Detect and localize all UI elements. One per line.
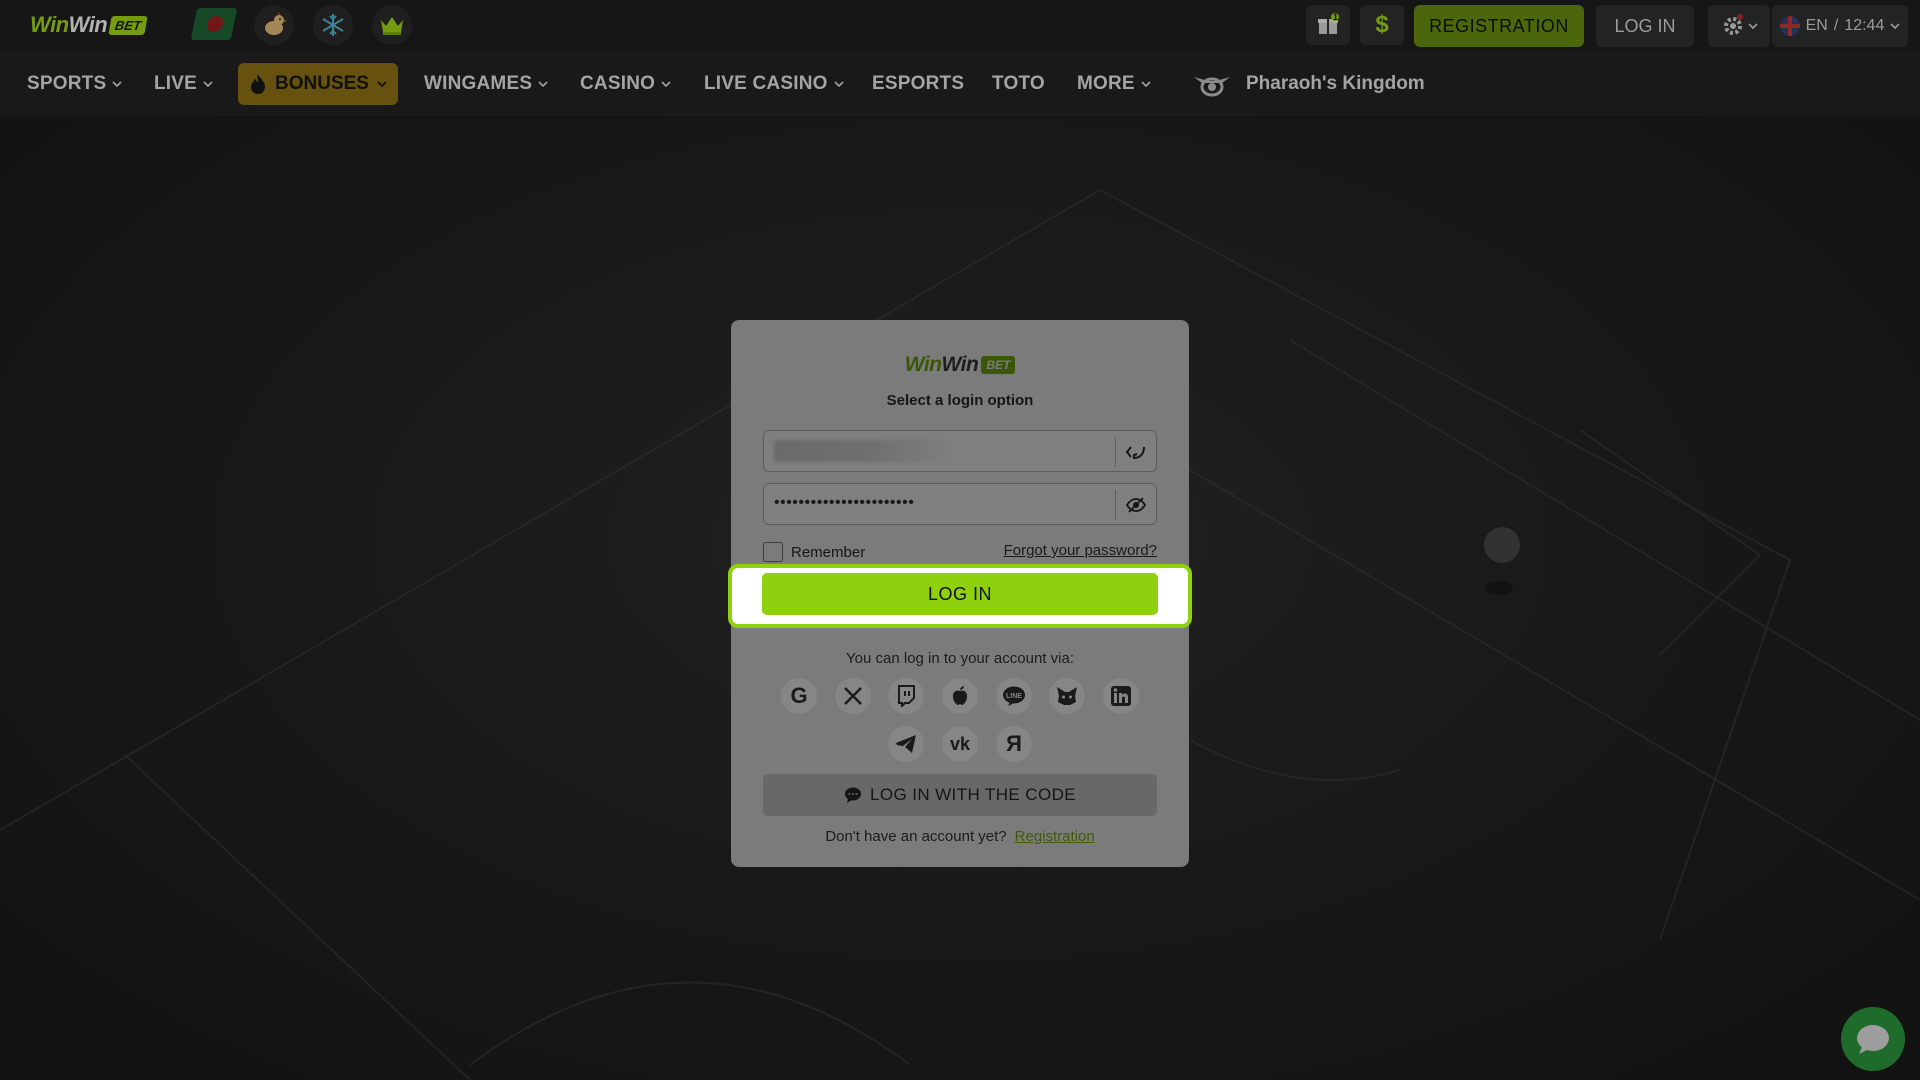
social-login-caption: You can log in to your account via: — [846, 650, 1074, 667]
login-submit-button[interactable]: LOG IN — [762, 573, 1158, 615]
yandex-icon: Я — [1006, 731, 1022, 756]
google-icon: G — [790, 683, 808, 708]
chat-icon — [1857, 1025, 1889, 1054]
telegram-icon — [896, 735, 916, 753]
password-field[interactable]: ••••••••••••••••••••••• — [763, 483, 1157, 525]
svg-text:LINE: LINE — [1006, 693, 1022, 700]
linkedin-login-button[interactable] — [1103, 678, 1139, 714]
logo-word-1: Win — [904, 353, 942, 376]
code-button-label: LOG IN WITH THE CODE — [869, 785, 1077, 804]
password-mask: ••••••••••••••••••••••• — [774, 494, 915, 511]
modal-logo: Win Win BET — [731, 353, 1189, 377]
twitch-icon — [898, 685, 915, 707]
login-with-code-button[interactable]: LOG IN WITH THE CODE — [763, 774, 1157, 816]
apple-icon — [953, 686, 967, 705]
linkedin-icon — [1111, 686, 1131, 706]
metamask-login-button[interactable] — [1049, 678, 1085, 714]
google-login-button[interactable]: G — [781, 678, 817, 714]
remember-checkbox[interactable] — [763, 542, 783, 562]
vk-icon: vk — [949, 733, 971, 754]
support-chat-button[interactable] — [1841, 1007, 1905, 1071]
line-icon: LINE — [1003, 686, 1025, 706]
blurred-username-value — [774, 440, 944, 462]
twitch-login-button[interactable] — [888, 678, 924, 714]
eye-slash-icon[interactable] — [1124, 493, 1148, 517]
field-divider — [1115, 490, 1116, 520]
chat-bubble-icon — [844, 787, 861, 803]
yandex-login-button[interactable]: Я — [996, 726, 1032, 762]
modal-subtitle: Select a login option — [886, 392, 1034, 409]
vk-login-button[interactable]: vk — [942, 726, 978, 762]
apple-login-button[interactable] — [942, 678, 978, 714]
remember-me[interactable]: Remember — [763, 542, 865, 562]
username-field[interactable] — [763, 430, 1157, 472]
logo-bet-badge: BET — [981, 356, 1016, 374]
no-account-prompt: Don't have an account yet? Registration — [731, 828, 1189, 845]
line-login-button[interactable]: LINE — [996, 678, 1032, 714]
registration-link[interactable]: Registration — [1015, 828, 1095, 845]
no-account-text: Don't have an account yet? — [825, 828, 1007, 845]
x-icon — [844, 687, 862, 705]
logo-word-2: Win — [941, 353, 979, 376]
forgot-password-link[interactable]: Forgot your password? — [1004, 542, 1157, 559]
metamask-fox-icon — [1057, 687, 1077, 705]
x-login-button[interactable] — [835, 678, 871, 714]
phone-switch-icon[interactable] — [1124, 440, 1148, 464]
field-divider — [1115, 437, 1116, 467]
remember-label: Remember — [791, 543, 866, 561]
telegram-login-button[interactable] — [888, 726, 924, 762]
